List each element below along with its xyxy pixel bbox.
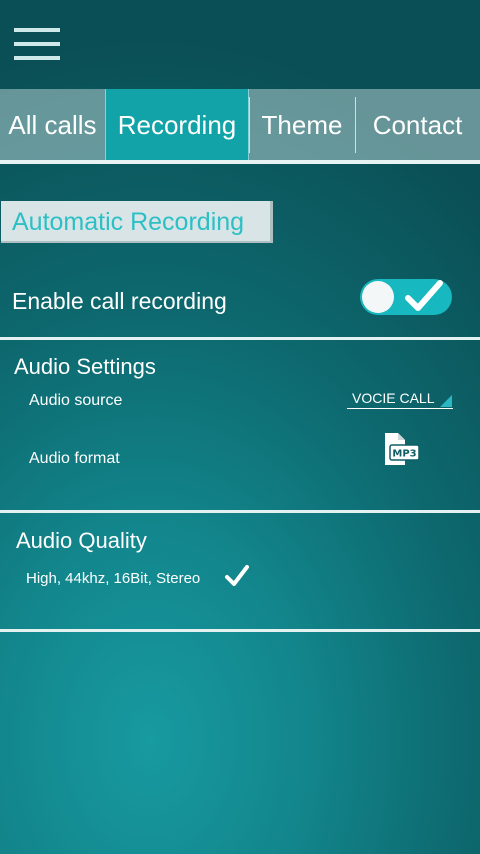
audio-source-dropdown[interactable]: VOCIE CALL bbox=[347, 391, 453, 409]
audio-format-label: Audio format bbox=[29, 450, 120, 467]
checkmark-icon bbox=[225, 565, 249, 586]
audio-source-value: VOCIE CALL bbox=[352, 390, 435, 406]
tab-all-calls[interactable]: All calls bbox=[0, 89, 105, 161]
dropdown-arrow-icon bbox=[440, 395, 452, 407]
mp3-badge-text: MP3 bbox=[392, 449, 416, 460]
tab-recording[interactable]: Recording bbox=[105, 89, 249, 161]
tab-contact[interactable]: Contact bbox=[355, 89, 480, 161]
audio-quality-value[interactable]: High, 44khz, 16Bit, Stereo bbox=[26, 570, 200, 587]
audio-source-label: Audio source bbox=[29, 392, 123, 409]
divider bbox=[0, 629, 480, 632]
top-app-bar bbox=[0, 0, 480, 88]
toggle-knob bbox=[362, 281, 394, 313]
audio-quality-title: Audio Quality bbox=[16, 528, 147, 553]
tab-bar-underline bbox=[0, 160, 480, 164]
tab-theme[interactable]: Theme bbox=[249, 89, 355, 161]
divider bbox=[0, 337, 480, 340]
enable-call-recording-label: Enable call recording bbox=[12, 288, 227, 314]
divider bbox=[0, 510, 480, 513]
tab-bar: All calls Recording Theme Contact bbox=[0, 89, 480, 161]
mp3-file-icon[interactable]: MP3 bbox=[382, 432, 420, 466]
automatic-recording-header: Automatic Recording bbox=[1, 201, 273, 243]
audio-settings-title: Audio Settings bbox=[14, 354, 156, 379]
checkmark-icon bbox=[405, 280, 443, 311]
hamburger-menu-icon[interactable] bbox=[14, 28, 60, 62]
enable-call-recording-toggle[interactable] bbox=[360, 279, 452, 315]
